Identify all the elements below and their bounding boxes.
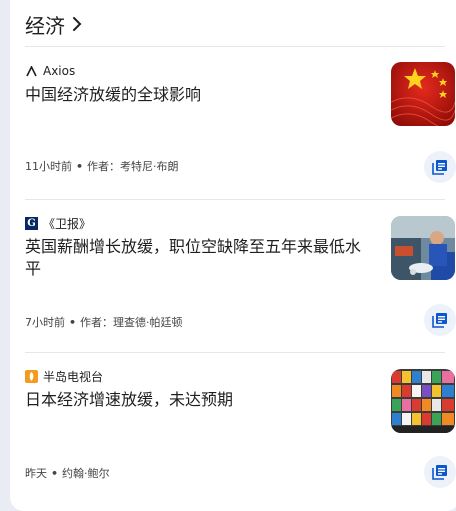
full-coverage-icon [432, 313, 447, 328]
aljazeera-logo-icon [25, 369, 38, 383]
axios-logo-icon [25, 65, 38, 78]
article-author: 作者：理查德·帕廷顿 [80, 316, 183, 329]
article-source: 半岛电视台 [25, 367, 103, 385]
article-thumbnail[interactable] [391, 62, 455, 126]
shop-shelves-image [391, 369, 455, 433]
full-coverage-button[interactable] [424, 304, 456, 336]
divider [25, 352, 445, 353]
source-name: 半岛电视台 [43, 369, 104, 384]
article-source: G 《卫报》 [25, 214, 91, 232]
guardian-logo-icon: G [25, 216, 38, 230]
divider [25, 199, 445, 200]
separator-dot: • [69, 315, 77, 329]
economy-news-card: 经济 Axios 中国经济放缓的全球影响 11小时前 • 作者：考特尼·布朗 G… [10, 0, 456, 511]
china-flag-image [391, 62, 455, 126]
article-title-link[interactable]: 英国薪酬增长放缓，职位空缺降至五年来最低水平 [25, 236, 370, 280]
section-header-link[interactable]: 经济 [25, 10, 83, 38]
article-item: Axios 中国经济放缓的全球影响 11小时前 • 作者：考特尼·布朗 [25, 62, 456, 183]
article-meta: 11小时前 • 作者：考特尼·布朗 [25, 158, 179, 174]
article-item: G 《卫报》 英国薪酬增长放缓，职位空缺降至五年来最低水平 7小时前 • 作者：… [25, 214, 456, 338]
section-title: 经济 [25, 13, 65, 38]
source-name: Axios [43, 64, 76, 78]
article-meta: 昨天 • 约翰·鲍尔 [25, 465, 110, 481]
article-time: 7小时前 [25, 316, 65, 329]
source-name: 《卫报》 [43, 216, 92, 231]
article-author: 约翰·鲍尔 [62, 467, 110, 480]
full-coverage-button[interactable] [424, 151, 456, 183]
article-thumbnail[interactable] [391, 369, 455, 433]
chevron-right-icon [73, 17, 82, 31]
separator-dot: • [76, 159, 84, 173]
factory-worker-image [391, 216, 455, 280]
article-thumbnail[interactable] [391, 216, 455, 280]
full-coverage-button[interactable] [424, 456, 456, 488]
article-title-link[interactable]: 中国经济放缓的全球影响 [25, 84, 370, 106]
article-author: 作者：考特尼·布朗 [87, 160, 179, 173]
article-source: Axios [25, 62, 75, 80]
divider [25, 46, 445, 47]
full-coverage-icon [432, 465, 447, 480]
article-item: 半岛电视台 日本经济增速放缓，未达预期 昨天 • 约翰·鲍尔 [25, 367, 456, 497]
article-time: 昨天 [25, 467, 47, 480]
separator-dot: • [51, 466, 59, 480]
article-title-link[interactable]: 日本经济增速放缓，未达预期 [25, 389, 370, 411]
article-time: 11小时前 [25, 160, 72, 173]
article-meta: 7小时前 • 作者：理查德·帕廷顿 [25, 314, 183, 330]
full-coverage-icon [432, 160, 447, 175]
